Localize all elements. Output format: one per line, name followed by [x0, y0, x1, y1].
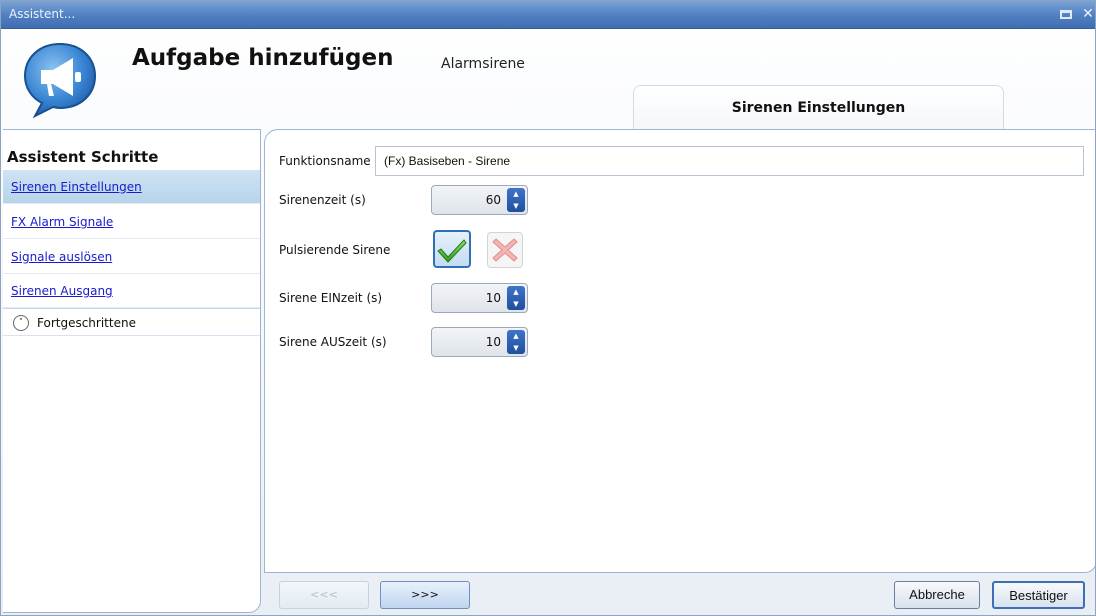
title-bar: Assistent... ✕	[1, 1, 1095, 29]
pulsing-siren-label: Pulsierende Sirene	[279, 243, 391, 257]
step-item-sirenen-ausgang[interactable]: Sirenen Ausgang	[3, 274, 260, 308]
function-name-label: Funktionsname	[279, 154, 371, 168]
spin-up-icon[interactable]: ▲	[507, 330, 525, 342]
close-icon[interactable]: ✕	[1079, 5, 1095, 23]
off-time-value[interactable]: 10	[486, 328, 501, 356]
pulsing-off-button[interactable]	[487, 232, 523, 268]
siren-time-value[interactable]: 60	[486, 186, 501, 214]
chevron-down-icon[interactable]: ˅	[13, 315, 29, 331]
spin-down-icon[interactable]: ▼	[507, 200, 525, 212]
siren-time-stepper[interactable]: 60 ▲ ▼	[431, 185, 528, 215]
steps-panel: Assistent Schritte Sirenen Einstellungen…	[3, 129, 261, 613]
siren-time-spin-buttons[interactable]: ▲ ▼	[507, 188, 525, 212]
function-name-input[interactable]	[375, 146, 1084, 176]
settings-panel: Funktionsname Sirenenzeit (s) 60 ▲ ▼ Pul…	[264, 129, 1095, 573]
wizard-window: Assistent... ✕ Aufgabe hinzufügen Alarms…	[0, 0, 1096, 616]
previous-button[interactable]: <<<	[279, 581, 369, 609]
confirm-button[interactable]: Bestätiger	[992, 581, 1085, 609]
on-time-label: Sirene EINzeit (s)	[279, 291, 383, 305]
pulsing-on-button[interactable]	[433, 230, 471, 268]
spin-up-icon[interactable]: ▲	[507, 188, 525, 200]
on-time-spin-buttons[interactable]: ▲ ▼	[507, 286, 525, 310]
maximize-icon[interactable]	[1057, 5, 1075, 23]
step-item-signale-ausloesen[interactable]: Signale auslösen	[3, 240, 260, 274]
advanced-label: Fortgeschrittene	[37, 316, 136, 330]
tab-sirenen-einstellungen: Sirenen Einstellungen	[633, 85, 1004, 129]
off-time-spin-buttons[interactable]: ▲ ▼	[507, 330, 525, 354]
advanced-expander[interactable]: ˅ Fortgeschrittene	[3, 308, 260, 336]
off-time-label: Sirene AUSzeit (s)	[279, 335, 387, 349]
spin-up-icon[interactable]: ▲	[507, 286, 525, 298]
next-button[interactable]: >>>	[380, 581, 470, 609]
step-item-sirenen-einstellungen[interactable]: Sirenen Einstellungen	[3, 170, 260, 204]
steps-title: Assistent Schritte	[7, 148, 159, 166]
megaphone-logo-icon	[23, 42, 97, 118]
siren-time-label: Sirenenzeit (s)	[279, 193, 366, 207]
cancel-button[interactable]: Abbreche	[894, 581, 980, 609]
cross-icon	[492, 238, 518, 262]
spin-down-icon[interactable]: ▼	[507, 342, 525, 354]
off-time-stepper[interactable]: 10 ▲ ▼	[431, 327, 528, 357]
page-subtitle: Alarmsirene	[441, 56, 525, 72]
checkmark-icon	[437, 239, 467, 263]
page-title: Aufgabe hinzufügen	[132, 45, 394, 71]
spin-down-icon[interactable]: ▼	[507, 298, 525, 310]
step-item-fx-alarm-signale[interactable]: FX Alarm Signale	[3, 205, 260, 239]
window-title: Assistent...	[9, 7, 76, 21]
on-time-value[interactable]: 10	[486, 284, 501, 312]
on-time-stepper[interactable]: 10 ▲ ▼	[431, 283, 528, 313]
